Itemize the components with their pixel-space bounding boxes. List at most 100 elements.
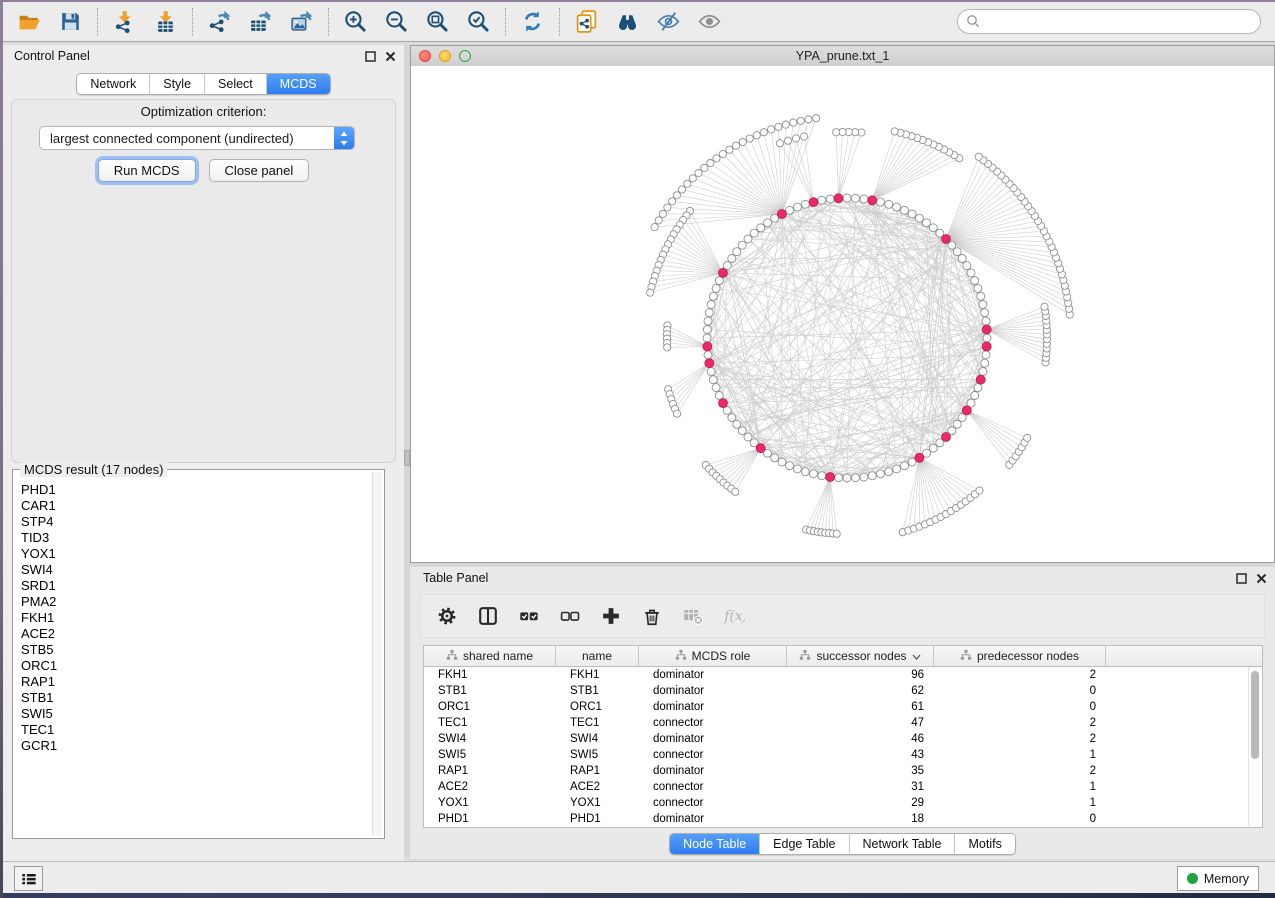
table-options-icon[interactable] xyxy=(435,604,459,628)
tab-motifs[interactable]: Motifs xyxy=(954,834,1014,854)
mcds-result-title: MCDS result (17 nodes) xyxy=(20,462,167,477)
network-canvas[interactable] xyxy=(411,66,1274,562)
column-header-name[interactable]: name xyxy=(556,646,639,666)
close-panel-button[interactable]: Close panel xyxy=(209,159,310,182)
mcds-result-item[interactable]: SRD1 xyxy=(21,578,370,594)
mcds-result-item[interactable]: CAR1 xyxy=(21,498,370,514)
tab-style[interactable]: Style xyxy=(149,74,204,94)
tab-mcds[interactable]: MCDS xyxy=(266,74,330,94)
node-table-body: FKH1FKH1dominator962STB1STB1dominator620… xyxy=(424,667,1262,827)
deselect-all-icon[interactable] xyxy=(558,604,582,628)
network-graph[interactable] xyxy=(411,66,1275,563)
export-table-icon[interactable] xyxy=(247,8,274,35)
table-row[interactable]: SWI4SWI4dominator462 xyxy=(424,731,1262,747)
export-web-icon[interactable] xyxy=(573,8,600,35)
mcds-result-item[interactable]: SWI4 xyxy=(21,562,370,578)
show-hide-columns-icon[interactable] xyxy=(476,604,500,628)
export-image-icon[interactable] xyxy=(288,8,315,35)
close-table-panel-icon[interactable] xyxy=(1255,572,1267,584)
cell-name: ACE2 xyxy=(556,779,639,795)
cell-name: YOX1 xyxy=(556,795,639,811)
mcds-result-item[interactable]: RAP1 xyxy=(21,674,370,690)
task-history-button[interactable] xyxy=(14,866,43,891)
toolbar-group xyxy=(506,8,559,35)
mcds-result-item[interactable]: STP4 xyxy=(21,514,370,530)
table-scrollbar-thumb[interactable] xyxy=(1251,671,1259,759)
open-file-icon[interactable] xyxy=(16,8,43,35)
cell-shared-name: ORC1 xyxy=(424,699,556,715)
mcds-list-scrollbar[interactable] xyxy=(372,472,382,836)
tab-select[interactable]: Select xyxy=(204,74,266,94)
create-column-icon[interactable] xyxy=(599,604,623,628)
criterion-select[interactable]: largest connected component (undirected) xyxy=(39,126,355,150)
mcds-result-item[interactable]: TEC1 xyxy=(21,722,370,738)
mcds-result-item[interactable]: PHD1 xyxy=(21,482,370,498)
sort-desc-icon xyxy=(912,649,921,663)
table-row[interactable]: RAP1RAP1dominator352 xyxy=(424,763,1262,779)
toolbar-group xyxy=(560,8,736,35)
column-header-MCDS-role[interactable]: MCDS role xyxy=(639,646,787,666)
table-row[interactable]: ORC1ORC1dominator610 xyxy=(424,699,1262,715)
table-scrollbar[interactable] xyxy=(1248,667,1261,826)
optimization-criterion-label: Optimization criterion: xyxy=(3,104,404,119)
column-header-predecessor-nodes[interactable]: predecessor nodes xyxy=(934,646,1106,666)
cell-successor-nodes: 46 xyxy=(787,731,934,747)
mcds-result-item[interactable]: STB1 xyxy=(21,690,370,706)
table-tab-row: Node TableEdge TableNetwork TableMotifs xyxy=(410,833,1275,855)
mcds-result-item[interactable]: STB5 xyxy=(21,642,370,658)
memory-label: Memory xyxy=(1204,872,1249,886)
cell-MCDS-role: connector xyxy=(639,715,787,731)
float-panel-icon[interactable] xyxy=(364,50,376,62)
mcds-result-item[interactable]: PMA2 xyxy=(21,594,370,610)
table-row[interactable]: FKH1FKH1dominator962 xyxy=(424,667,1262,683)
zoom-selected-icon[interactable] xyxy=(465,8,492,35)
cell-MCDS-role: dominator xyxy=(639,699,787,715)
table-row[interactable]: SWI5SWI5connector431 xyxy=(424,747,1262,763)
table-panel-title: Table Panel xyxy=(423,571,488,585)
table-row[interactable]: YOX1YOX1connector291 xyxy=(424,795,1262,811)
close-panel-icon[interactable] xyxy=(384,50,396,62)
cell-name: TEC1 xyxy=(556,715,639,731)
table-row[interactable]: PHD1PHD1dominator180 xyxy=(424,811,1262,827)
tab-node-table[interactable]: Node Table xyxy=(670,834,759,854)
save-session-icon[interactable] xyxy=(57,8,84,35)
delete-columns-icon[interactable] xyxy=(640,604,664,628)
column-header-successor-nodes[interactable]: successor nodes xyxy=(787,646,934,666)
cell-shared-name: YOX1 xyxy=(424,795,556,811)
float-table-panel-icon[interactable] xyxy=(1235,572,1247,584)
cell-predecessor-nodes: 2 xyxy=(934,667,1106,683)
column-header-shared-name[interactable]: shared name xyxy=(424,646,556,666)
memory-button[interactable]: Memory xyxy=(1177,866,1259,891)
zoom-out-icon[interactable] xyxy=(383,8,410,35)
mcds-result-item[interactable]: ORC1 xyxy=(21,658,370,674)
cell-MCDS-role: dominator xyxy=(639,811,787,827)
tab-network[interactable]: Network xyxy=(77,74,149,94)
select-all-icon[interactable] xyxy=(517,604,541,628)
import-network-icon[interactable] xyxy=(111,8,138,35)
export-network-icon[interactable] xyxy=(206,8,233,35)
tab-network-table[interactable]: Network Table xyxy=(849,834,955,854)
show-all-icon[interactable] xyxy=(696,8,723,35)
import-table-icon[interactable] xyxy=(152,8,179,35)
search-input[interactable] xyxy=(957,9,1261,34)
find-icon[interactable] xyxy=(614,8,641,35)
run-mcds-button[interactable]: Run MCDS xyxy=(98,159,196,182)
mcds-result-item[interactable]: TID3 xyxy=(21,530,370,546)
mcds-result-item[interactable]: FKH1 xyxy=(21,610,370,626)
table-row[interactable]: TEC1TEC1connector472 xyxy=(424,715,1262,731)
hide-selected-icon[interactable] xyxy=(655,8,682,35)
mcds-result-item[interactable]: SWI5 xyxy=(21,706,370,722)
cell-name: SWI5 xyxy=(556,747,639,763)
svg-text:f(x): f(x) xyxy=(723,609,745,625)
tab-edge-table[interactable]: Edge Table xyxy=(759,834,848,854)
mcds-result-item[interactable]: ACE2 xyxy=(21,626,370,642)
mcds-result-item[interactable]: GCR1 xyxy=(21,738,370,754)
shared-column-icon xyxy=(446,649,458,664)
toolbar-group xyxy=(98,8,192,35)
apply-layout-icon[interactable] xyxy=(519,8,546,35)
zoom-in-icon[interactable] xyxy=(342,8,369,35)
mcds-result-item[interactable]: YOX1 xyxy=(21,546,370,562)
zoom-fit-icon[interactable] xyxy=(424,8,451,35)
table-row[interactable]: ACE2ACE2connector311 xyxy=(424,779,1262,795)
table-row[interactable]: STB1STB1dominator620 xyxy=(424,683,1262,699)
